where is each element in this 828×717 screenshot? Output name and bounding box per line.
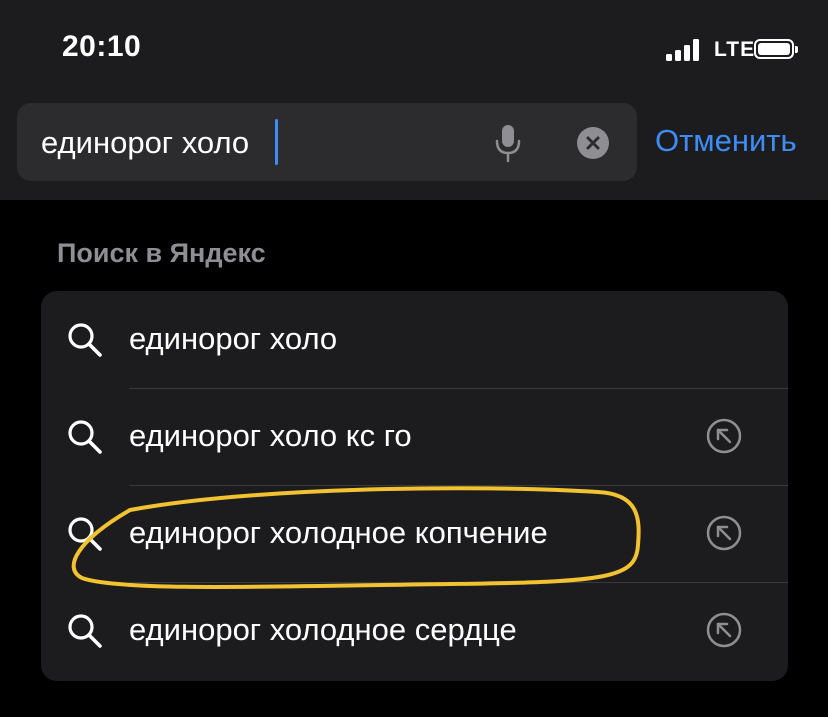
signal-icon	[666, 37, 706, 61]
status-time: 20:10	[62, 30, 142, 63]
battery-icon	[754, 39, 798, 59]
divider	[129, 388, 788, 389]
arrow-up-left-icon[interactable]	[705, 611, 743, 649]
search-icon	[68, 323, 102, 357]
section-title: Поиск в Яндекс	[57, 238, 266, 268]
suggestion-text: единорог холо	[129, 321, 338, 356]
clear-icon[interactable]	[577, 127, 609, 159]
text-cursor	[275, 119, 278, 165]
search-input[interactable]: единорог холо	[17, 103, 637, 181]
list-item[interactable]: единорог холодное копчение	[41, 485, 788, 582]
arrow-up-left-icon[interactable]	[705, 514, 743, 552]
top-bar: 20:10 LTE единорог холо Отменить	[0, 0, 828, 200]
search-icon	[68, 614, 102, 648]
cancel-button[interactable]: Отменить	[655, 123, 797, 159]
list-item[interactable]: единорог холодное сердце	[41, 582, 788, 679]
list-item[interactable]: единорог холо кс го	[41, 388, 788, 485]
search-icon	[68, 517, 102, 551]
microphone-icon[interactable]	[493, 123, 523, 163]
search-query[interactable]: единорог холо	[41, 125, 249, 161]
list-item[interactable]: единорог холо	[41, 291, 788, 388]
arrow-up-left-icon[interactable]	[705, 417, 743, 455]
divider	[129, 582, 788, 583]
network-type: LTE	[714, 38, 756, 61]
search-icon	[68, 420, 102, 454]
divider	[129, 485, 788, 486]
suggestion-list: единорог холо единорог холо кс го единор…	[41, 291, 788, 681]
suggestion-text: единорог холодное сердце	[129, 612, 517, 647]
suggestion-text: единорог холодное копчение	[129, 515, 548, 550]
suggestion-text: единорог холо кс го	[129, 418, 412, 453]
